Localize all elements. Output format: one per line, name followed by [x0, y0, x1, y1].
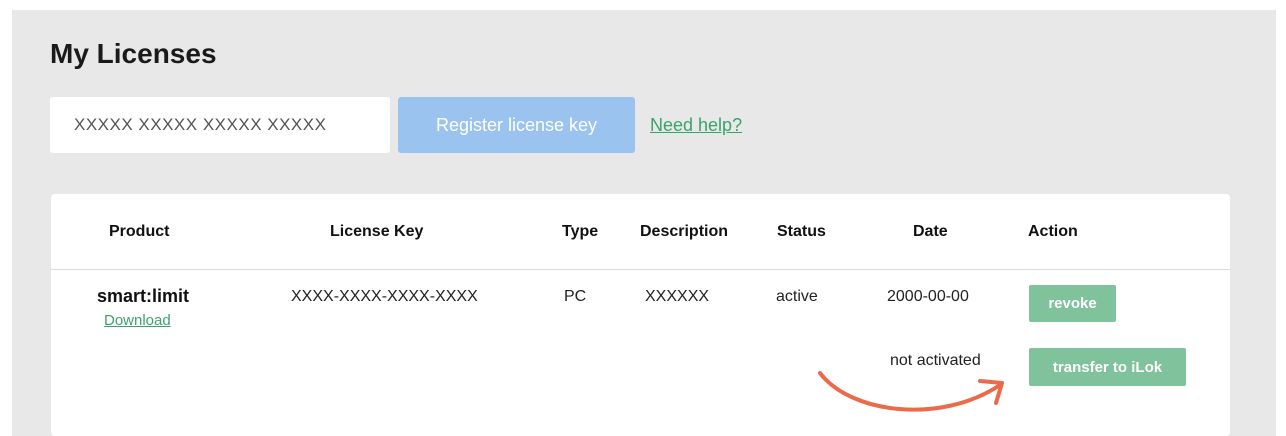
description-value: XXXXXX: [645, 288, 710, 305]
need-help-link[interactable]: Need help?: [650, 115, 742, 136]
column-header-description: Description: [640, 223, 729, 240]
curved-arrow-icon: [818, 371, 1004, 412]
page-title: My Licenses: [50, 38, 217, 69]
license-key-input[interactable]: [50, 97, 390, 153]
transfer-to-ilok-button[interactable]: transfer to iLok: [1029, 348, 1186, 386]
product-name: smart:limit: [97, 286, 190, 306]
date-value: 2000-00-00: [887, 288, 969, 305]
revoke-button[interactable]: revoke: [1029, 285, 1116, 322]
column-header-status: Status: [777, 223, 826, 240]
column-header-type: Type: [562, 223, 599, 240]
type-value: PC: [564, 288, 587, 305]
column-header-product: Product: [109, 223, 170, 240]
download-link[interactable]: Download: [104, 312, 171, 329]
register-license-button[interactable]: Register license key: [398, 97, 635, 153]
column-header-action: Action: [1028, 223, 1078, 240]
table-header-divider: [51, 269, 1230, 270]
column-header-license-key: License Key: [330, 223, 424, 240]
column-header-date: Date: [913, 223, 948, 240]
status-value: active: [776, 288, 818, 305]
license-key-value: XXXX-XXXX-XXXX-XXXX: [291, 288, 478, 305]
